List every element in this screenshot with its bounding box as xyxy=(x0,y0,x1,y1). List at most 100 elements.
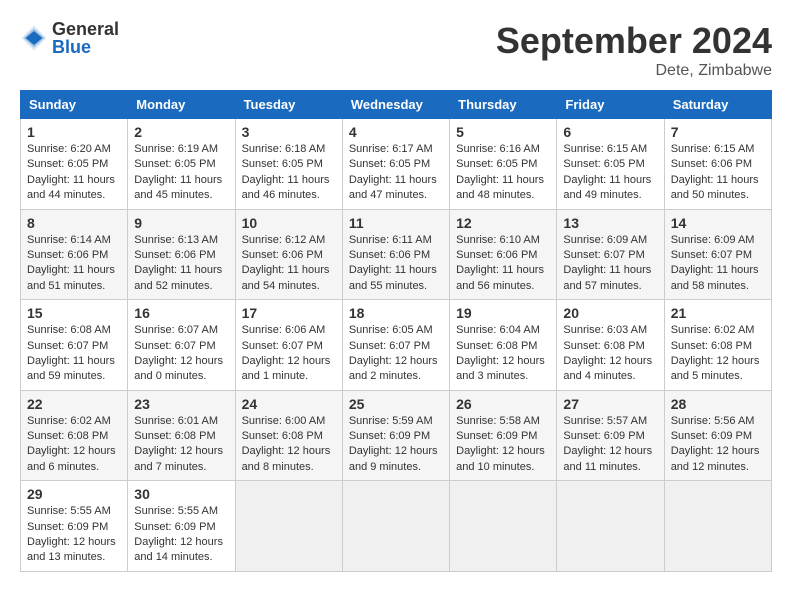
sunrise-label: Sunrise: 6:17 AM xyxy=(349,143,433,155)
sunrise-label: Sunrise: 6:07 AM xyxy=(134,324,218,336)
day-number: 17 xyxy=(242,305,336,321)
sunrise-label: Sunrise: 6:19 AM xyxy=(134,143,218,155)
sunrise-label: Sunrise: 6:16 AM xyxy=(456,143,540,155)
day-number: 21 xyxy=(671,305,765,321)
daylight-label: Daylight: 12 hours and 6 minutes. xyxy=(27,445,116,472)
calendar-cell xyxy=(557,481,664,572)
day-info: Sunrise: 6:01 AM Sunset: 6:08 PM Dayligh… xyxy=(134,414,228,476)
daylight-label: Daylight: 11 hours and 56 minutes. xyxy=(456,264,544,291)
sunset-label: Sunset: 6:06 PM xyxy=(671,158,752,170)
day-info: Sunrise: 6:05 AM Sunset: 6:07 PM Dayligh… xyxy=(349,323,443,385)
calendar-day-header: Saturday xyxy=(664,91,771,119)
day-info: Sunrise: 6:02 AM Sunset: 6:08 PM Dayligh… xyxy=(671,323,765,385)
day-info: Sunrise: 6:12 AM Sunset: 6:06 PM Dayligh… xyxy=(242,233,336,295)
day-number: 22 xyxy=(27,396,121,412)
daylight-label: Daylight: 11 hours and 46 minutes. xyxy=(242,174,330,201)
day-info: Sunrise: 6:02 AM Sunset: 6:08 PM Dayligh… xyxy=(27,414,121,476)
day-number: 10 xyxy=(242,215,336,231)
calendar-cell: 25 Sunrise: 5:59 AM Sunset: 6:09 PM Dayl… xyxy=(342,390,449,481)
sunset-label: Sunset: 6:08 PM xyxy=(563,340,644,352)
calendar-week-row: 8 Sunrise: 6:14 AM Sunset: 6:06 PM Dayli… xyxy=(21,209,772,300)
daylight-label: Daylight: 12 hours and 4 minutes. xyxy=(563,355,652,382)
sunset-label: Sunset: 6:09 PM xyxy=(563,430,644,442)
calendar-day-header: Thursday xyxy=(450,91,557,119)
daylight-label: Daylight: 11 hours and 57 minutes. xyxy=(563,264,651,291)
day-info: Sunrise: 6:16 AM Sunset: 6:05 PM Dayligh… xyxy=(456,142,550,204)
calendar-cell: 19 Sunrise: 6:04 AM Sunset: 6:08 PM Dayl… xyxy=(450,300,557,391)
daylight-label: Daylight: 12 hours and 11 minutes. xyxy=(563,445,652,472)
calendar-cell: 6 Sunrise: 6:15 AM Sunset: 6:05 PM Dayli… xyxy=(557,119,664,210)
day-number: 11 xyxy=(349,215,443,231)
calendar-cell: 14 Sunrise: 6:09 AM Sunset: 6:07 PM Dayl… xyxy=(664,209,771,300)
day-number: 14 xyxy=(671,215,765,231)
day-info: Sunrise: 6:11 AM Sunset: 6:06 PM Dayligh… xyxy=(349,233,443,295)
location-text: Dete, Zimbabwe xyxy=(496,62,772,80)
day-number: 1 xyxy=(27,124,121,140)
day-number: 26 xyxy=(456,396,550,412)
sunrise-label: Sunrise: 5:59 AM xyxy=(349,415,433,427)
calendar-cell: 9 Sunrise: 6:13 AM Sunset: 6:06 PM Dayli… xyxy=(128,209,235,300)
calendar-cell: 18 Sunrise: 6:05 AM Sunset: 6:07 PM Dayl… xyxy=(342,300,449,391)
sunrise-label: Sunrise: 5:57 AM xyxy=(563,415,647,427)
calendar-cell: 22 Sunrise: 6:02 AM Sunset: 6:08 PM Dayl… xyxy=(21,390,128,481)
daylight-label: Daylight: 12 hours and 10 minutes. xyxy=(456,445,545,472)
calendar-week-row: 29 Sunrise: 5:55 AM Sunset: 6:09 PM Dayl… xyxy=(21,481,772,572)
logo-text: General Blue xyxy=(52,20,119,56)
day-info: Sunrise: 6:13 AM Sunset: 6:06 PM Dayligh… xyxy=(134,233,228,295)
calendar-cell: 13 Sunrise: 6:09 AM Sunset: 6:07 PM Dayl… xyxy=(557,209,664,300)
daylight-label: Daylight: 12 hours and 12 minutes. xyxy=(671,445,760,472)
day-info: Sunrise: 6:09 AM Sunset: 6:07 PM Dayligh… xyxy=(671,233,765,295)
day-number: 27 xyxy=(563,396,657,412)
sunrise-label: Sunrise: 6:03 AM xyxy=(563,324,647,336)
day-info: Sunrise: 6:15 AM Sunset: 6:06 PM Dayligh… xyxy=(671,142,765,204)
sunset-label: Sunset: 6:09 PM xyxy=(456,430,537,442)
sunrise-label: Sunrise: 6:02 AM xyxy=(27,415,111,427)
calendar-cell: 4 Sunrise: 6:17 AM Sunset: 6:05 PM Dayli… xyxy=(342,119,449,210)
calendar-cell: 11 Sunrise: 6:11 AM Sunset: 6:06 PM Dayl… xyxy=(342,209,449,300)
sunrise-label: Sunrise: 6:14 AM xyxy=(27,234,111,246)
sunset-label: Sunset: 6:08 PM xyxy=(134,430,215,442)
sunset-label: Sunset: 6:06 PM xyxy=(134,249,215,261)
sunset-label: Sunset: 6:07 PM xyxy=(27,340,108,352)
calendar-cell: 2 Sunrise: 6:19 AM Sunset: 6:05 PM Dayli… xyxy=(128,119,235,210)
day-info: Sunrise: 6:14 AM Sunset: 6:06 PM Dayligh… xyxy=(27,233,121,295)
calendar-cell xyxy=(235,481,342,572)
calendar-day-header: Friday xyxy=(557,91,664,119)
calendar-cell: 30 Sunrise: 5:55 AM Sunset: 6:09 PM Dayl… xyxy=(128,481,235,572)
sunset-label: Sunset: 6:09 PM xyxy=(27,521,108,533)
sunrise-label: Sunrise: 5:55 AM xyxy=(27,505,111,517)
day-number: 7 xyxy=(671,124,765,140)
daylight-label: Daylight: 12 hours and 1 minute. xyxy=(242,355,331,382)
daylight-label: Daylight: 12 hours and 13 minutes. xyxy=(27,536,116,563)
calendar-cell: 26 Sunrise: 5:58 AM Sunset: 6:09 PM Dayl… xyxy=(450,390,557,481)
sunrise-label: Sunrise: 6:11 AM xyxy=(349,234,432,246)
sunset-label: Sunset: 6:09 PM xyxy=(349,430,430,442)
sunrise-label: Sunrise: 5:56 AM xyxy=(671,415,755,427)
calendar-cell: 23 Sunrise: 6:01 AM Sunset: 6:08 PM Dayl… xyxy=(128,390,235,481)
day-number: 18 xyxy=(349,305,443,321)
calendar-week-row: 1 Sunrise: 6:20 AM Sunset: 6:05 PM Dayli… xyxy=(21,119,772,210)
sunset-label: Sunset: 6:07 PM xyxy=(134,340,215,352)
calendar-cell xyxy=(342,481,449,572)
sunrise-label: Sunrise: 5:58 AM xyxy=(456,415,540,427)
calendar-cell xyxy=(664,481,771,572)
calendar-cell: 21 Sunrise: 6:02 AM Sunset: 6:08 PM Dayl… xyxy=(664,300,771,391)
sunrise-label: Sunrise: 6:08 AM xyxy=(27,324,111,336)
day-number: 6 xyxy=(563,124,657,140)
calendar-day-header: Tuesday xyxy=(235,91,342,119)
daylight-label: Daylight: 12 hours and 14 minutes. xyxy=(134,536,223,563)
calendar-cell: 10 Sunrise: 6:12 AM Sunset: 6:06 PM Dayl… xyxy=(235,209,342,300)
day-number: 12 xyxy=(456,215,550,231)
calendar-cell: 24 Sunrise: 6:00 AM Sunset: 6:08 PM Dayl… xyxy=(235,390,342,481)
calendar-table: SundayMondayTuesdayWednesdayThursdayFrid… xyxy=(20,90,772,572)
daylight-label: Daylight: 12 hours and 5 minutes. xyxy=(671,355,760,382)
day-info: Sunrise: 5:59 AM Sunset: 6:09 PM Dayligh… xyxy=(349,414,443,476)
day-info: Sunrise: 6:18 AM Sunset: 6:05 PM Dayligh… xyxy=(242,142,336,204)
day-info: Sunrise: 5:55 AM Sunset: 6:09 PM Dayligh… xyxy=(134,504,228,566)
day-info: Sunrise: 6:04 AM Sunset: 6:08 PM Dayligh… xyxy=(456,323,550,385)
calendar-day-header: Monday xyxy=(128,91,235,119)
calendar-cell: 7 Sunrise: 6:15 AM Sunset: 6:06 PM Dayli… xyxy=(664,119,771,210)
day-number: 13 xyxy=(563,215,657,231)
daylight-label: Daylight: 11 hours and 59 minutes. xyxy=(27,355,115,382)
day-info: Sunrise: 6:08 AM Sunset: 6:07 PM Dayligh… xyxy=(27,323,121,385)
